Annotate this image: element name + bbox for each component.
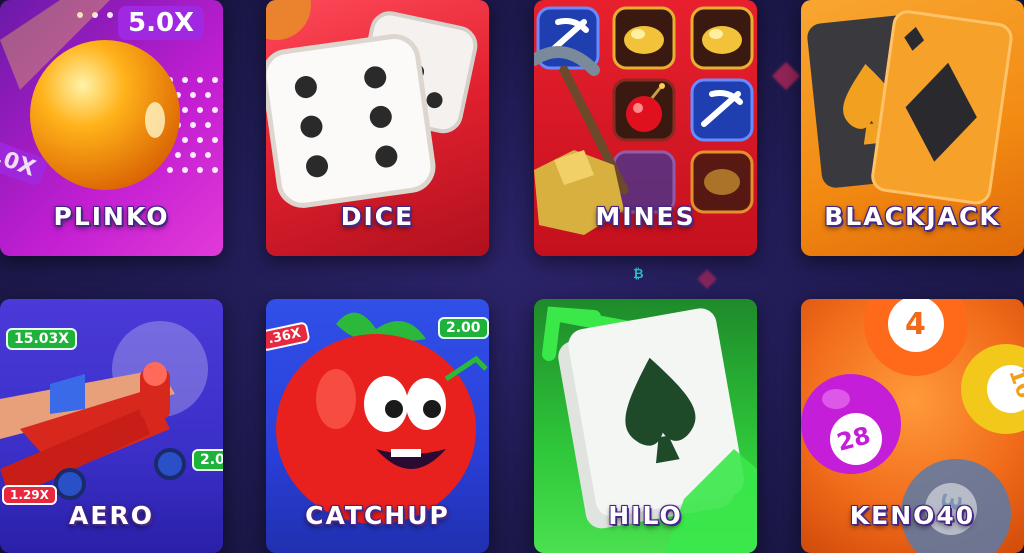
multiplier-badge: 5.0X [118,6,205,40]
game-title: PLINKO [53,202,170,231]
multiplier-badge: 2.00 [438,317,489,339]
ball-number: 4 [905,307,926,342]
multiplier-badge: 15.03X [6,328,78,350]
game-tile-blackjack[interactable]: BLACKJACK [801,0,1024,256]
game-tile-plinko[interactable]: 5.0X 2.0X PLINKO [0,0,223,256]
multiplier-badge: 2.0 [192,449,223,471]
game-tile-catchup[interactable]: .36X 2.00 CATCHUP [266,299,489,553]
game-title: DICE [340,202,415,231]
game-title: KENO40 [849,501,976,530]
background-sparkle [697,269,717,289]
game-title: AERO [69,501,154,530]
game-title: HILO [608,501,683,530]
game-title: BLACKJACK [824,202,1001,231]
game-tile-aero[interactable]: 15.03X 2.0 1.29X AERO [0,299,223,553]
game-tile-keno40[interactable]: 4 28 10 3 KENO40 [801,299,1024,553]
game-title: CATCHUP [305,501,450,530]
bomb-icon [612,78,676,142]
game-tile-dice[interactable]: DICE [266,0,489,256]
game-title: MINES [595,202,696,231]
game-tile-hilo[interactable]: HILO [534,299,757,553]
diamond-card-icon [871,10,1013,205]
bitcoin-icon: ₿ [633,267,644,282]
background-sparkle [771,61,801,91]
game-tile-mines[interactable]: MINES [534,0,757,256]
